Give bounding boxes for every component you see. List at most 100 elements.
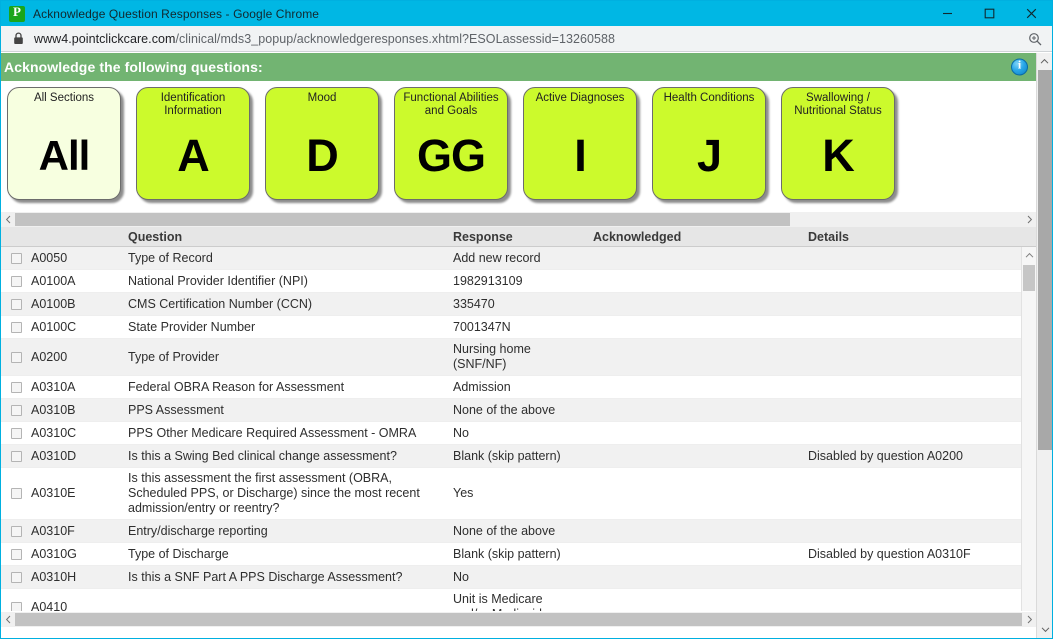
url-path: /clinical/mds3_popup/acknowledgeresponse… (175, 31, 615, 46)
row-code: A0310D (31, 448, 77, 463)
scroll-track[interactable] (15, 213, 1022, 226)
table-row[interactable]: A0310H Is this a SNF Part A PPS Discharge… (1, 566, 1036, 589)
scroll-up-arrow-icon[interactable] (1037, 53, 1052, 70)
row-details: Disabled by question A0310F (808, 546, 971, 561)
section-button-k[interactable]: Swallowing / Nutritional Status K (781, 87, 895, 200)
acknowledge-checkbox[interactable] (10, 351, 22, 363)
table-row[interactable]: A0100C State Provider Number 7001347N (1, 316, 1036, 339)
row-question: Entry/discharge reporting (128, 523, 268, 538)
section-button-all[interactable]: All Sections All (7, 87, 121, 200)
row-response: 1982913109 (453, 273, 523, 288)
acknowledge-checkbox[interactable] (10, 450, 22, 462)
row-question: State Provider Number (128, 319, 256, 334)
table-row[interactable]: A0310E Is this assessment the first asses… (1, 468, 1036, 520)
row-response: Unit is Medicare and/or Medicaid (453, 592, 543, 611)
row-response: None of the above (453, 402, 556, 417)
section-code: All (38, 132, 91, 179)
section-button-i[interactable]: Active Diagnoses I (523, 87, 637, 200)
questions-table: Question Response Acknowledged Details A… (1, 227, 1036, 611)
acknowledge-checkbox[interactable] (10, 571, 22, 583)
scroll-thumb[interactable] (1023, 265, 1035, 291)
acknowledge-checkbox[interactable] (10, 525, 22, 537)
acknowledge-checkbox[interactable] (10, 321, 22, 333)
row-response: 7001347N (453, 319, 511, 334)
scroll-track[interactable] (15, 613, 1022, 626)
table-row[interactable]: A0310G Type of Discharge Blank (skip patte… (1, 543, 1036, 566)
table-vertical-scrollbar[interactable] (1021, 247, 1036, 611)
minimize-button[interactable] (926, 1, 968, 26)
scroll-left-arrow-icon[interactable] (1, 612, 15, 627)
row-question (128, 604, 453, 610)
row-code: A0310H (31, 569, 77, 584)
acknowledge-checkbox[interactable] (10, 548, 22, 560)
table-row[interactable]: A0310C PPS Other Medicare Required Assess… (1, 422, 1036, 445)
row-question: Is this a Swing Bed clinical change asse… (128, 448, 397, 463)
section-code: A (177, 130, 210, 181)
scroll-right-arrow-icon[interactable] (1022, 612, 1036, 627)
row-acknowledged (593, 255, 808, 261)
page-content: Acknowledge the following questions: All… (1, 53, 1036, 638)
page-vertical-scrollbar[interactable] (1036, 53, 1052, 638)
row-code: A0100B (31, 296, 76, 311)
acknowledge-checkbox[interactable] (10, 252, 22, 264)
row-checkbox-cell (1, 546, 31, 563)
section-button-a[interactable]: Identification Information A (136, 87, 250, 200)
zoom-magnifier-icon[interactable] (1028, 32, 1042, 46)
row-details (808, 407, 1020, 413)
scroll-down-arrow-icon[interactable] (1038, 621, 1052, 638)
table-row[interactable]: A0310A Federal OBRA Reason for Assessment… (1, 376, 1036, 399)
row-response: Admission (453, 379, 511, 394)
maximize-button[interactable] (968, 1, 1010, 26)
table-row[interactable]: A0310F Entry/discharge reporting None of t… (1, 520, 1036, 543)
scroll-up-arrow-icon[interactable] (1022, 247, 1036, 263)
row-response: Yes (453, 486, 474, 500)
acknowledge-checkbox[interactable] (10, 275, 22, 287)
acknowledge-checkbox[interactable] (10, 404, 22, 416)
scroll-thumb[interactable] (15, 613, 1022, 626)
row-response: 335470 (453, 296, 495, 311)
row-response: Nursing home (SNF/NF) (453, 342, 531, 371)
section-buttons-area: All Sections All Identification Informat… (1, 81, 1036, 211)
acknowledge-checkbox[interactable] (10, 601, 22, 611)
table-horizontal-scrollbar[interactable] (1, 611, 1036, 627)
acknowledge-checkbox[interactable] (10, 381, 22, 393)
row-response: Blank (skip pattern) (453, 546, 561, 561)
scroll-thumb[interactable] (15, 213, 791, 226)
section-label: All Sections (33, 92, 95, 104)
row-details (808, 255, 1020, 261)
row-checkbox-cell (1, 296, 31, 313)
row-code: A0310A (31, 379, 76, 394)
section-button-d[interactable]: Mood D (265, 87, 379, 200)
row-question: Type of Discharge (128, 546, 229, 561)
row-checkbox-cell (1, 485, 31, 502)
sections-horizontal-scrollbar[interactable] (1, 211, 1036, 227)
table-row[interactable]: A0100B CMS Certification Number (CCN) 3354… (1, 293, 1036, 316)
info-icon[interactable] (1011, 58, 1028, 76)
scroll-left-arrow-icon[interactable] (1, 212, 15, 227)
table-row[interactable]: A0200 Type of Provider Nursing home (SNF/N… (1, 339, 1036, 376)
row-acknowledged (593, 430, 808, 436)
acknowledge-checkbox[interactable] (10, 488, 22, 499)
acknowledge-checkbox[interactable] (10, 427, 22, 439)
row-acknowledged (593, 354, 808, 360)
title-bar: Acknowledge Question Responses - Google … (1, 1, 1052, 26)
omnibox[interactable]: www4.pointclickcare.com/clinical/mds3_po… (1, 26, 1052, 52)
table-row[interactable]: A0100A National Provider Identifier (NPI)… (1, 270, 1036, 293)
url-domain: www4.pointclickcare.com (34, 31, 176, 46)
acknowledge-checkbox[interactable] (10, 298, 22, 310)
row-checkbox-cell (1, 523, 31, 540)
row-code: A0050 (31, 250, 68, 265)
table-row[interactable]: A0410 Unit is Medicare and/or Medicaid (1, 589, 1036, 611)
close-button[interactable] (1010, 1, 1052, 26)
row-acknowledged (593, 604, 808, 610)
section-button-gg[interactable]: Functional Abilities and Goals GG (394, 87, 508, 200)
table-row[interactable]: A0310D Is this a Swing Bed clinical chang… (1, 445, 1036, 468)
scroll-thumb[interactable] (1038, 70, 1052, 450)
table-row[interactable]: A0050 Type of Record Add new record (1, 247, 1036, 270)
section-button-j[interactable]: Health Conditions J (652, 87, 766, 200)
table-row[interactable]: A0310B PPS Assessment None of the above (1, 399, 1036, 422)
scroll-right-arrow-icon[interactable] (1022, 212, 1036, 227)
section-buttons: All Sections All Identification Informat… (1, 81, 1036, 200)
row-response: None of the above (453, 523, 556, 538)
section-code: D (306, 130, 339, 181)
